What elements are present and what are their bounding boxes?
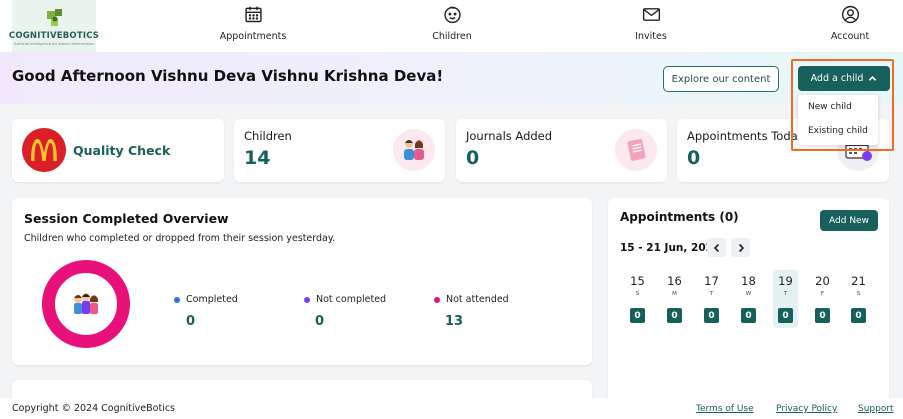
nav-item-account[interactable]: Account — [800, 4, 900, 42]
day-letter: S — [635, 291, 640, 297]
day-cell[interactable]: 20 F 0 — [810, 270, 835, 328]
dashboard-main: Quality Check Children 14 Journals Added… — [0, 104, 903, 410]
day-letter: F — [820, 291, 825, 297]
user-circle-icon — [841, 5, 859, 24]
footer: Copyright © 2024 CognitiveBotics Terms o… — [0, 398, 903, 419]
day-cell-selected[interactable]: 19 T 0 — [773, 270, 798, 328]
explore-content-button[interactable]: Explore our content — [663, 66, 779, 92]
day-letter: W — [745, 291, 752, 297]
menu-item-existing-child[interactable]: Existing child — [808, 126, 868, 136]
org-card[interactable]: Quality Check — [12, 119, 224, 182]
org-name: Quality Check — [73, 143, 171, 158]
journal-illustration-icon — [615, 129, 657, 171]
session-overview-card: Session Completed Overview Children who … — [12, 198, 592, 365]
calendar-icon — [244, 6, 262, 23]
legend-value-not-completed: 0 — [315, 314, 325, 329]
day-appointment-count: 0 — [851, 308, 866, 323]
nav-item-children[interactable]: Children — [402, 4, 502, 42]
day-cell[interactable]: 16 M 0 — [662, 270, 687, 328]
top-nav: COGNITIVEBOTICS Artificial Intelligence … — [0, 0, 903, 52]
next-week-button[interactable] — [731, 238, 750, 257]
nav-label: Appointments — [219, 31, 287, 42]
add-new-appointment-button[interactable]: Add New — [820, 210, 878, 231]
legend-label: Not attended — [446, 294, 509, 305]
copyright-text: Copyright © 2024 CognitiveBotics — [12, 403, 175, 414]
nav-item-invites[interactable]: Invites — [601, 4, 701, 42]
day-number: 21 — [851, 274, 866, 288]
child-face-icon — [443, 6, 461, 24]
brand-tagline: Artificial Intelligence for Autism Inter… — [14, 41, 94, 46]
mail-icon — [642, 8, 660, 21]
add-child-menu: New child Existing child — [798, 95, 878, 145]
day-appointment-count: 0 — [741, 308, 756, 323]
day-cell[interactable]: 21 S 0 — [846, 270, 871, 328]
day-appointment-count: 0 — [630, 308, 645, 323]
day-letter: S — [856, 291, 861, 297]
legend-not-completed: Not completed — [304, 294, 386, 305]
week-range: 15 - 21 Jun, 2025 — [620, 242, 721, 254]
chevron-up-icon — [869, 76, 877, 81]
legend-label: Not completed — [316, 294, 387, 305]
day-appointment-count: 0 — [704, 308, 719, 323]
session-donut-chart — [42, 260, 130, 348]
nav-label: Children — [432, 31, 472, 42]
day-number: 19 — [778, 274, 793, 288]
appointments-panel: Appointments (0) Add New 15 - 21 Jun, 20… — [608, 198, 889, 408]
chevron-right-icon — [738, 243, 744, 252]
stat-title: Children — [244, 129, 292, 143]
legend-label: Completed — [186, 294, 238, 305]
legend-value-completed: 0 — [186, 314, 196, 329]
legend-completed: Completed — [174, 294, 238, 305]
terms-link[interactable]: Terms of Use — [696, 404, 754, 414]
stat-value: 14 — [244, 147, 271, 169]
stat-value: 0 — [466, 147, 480, 169]
section-subtitle: Children who completed or dropped from t… — [24, 233, 336, 244]
day-appointment-count: 0 — [667, 308, 682, 323]
day-appointment-count: 0 — [815, 308, 830, 323]
children-stat-card[interactable]: Children 14 — [234, 119, 445, 182]
nav-label: Account — [830, 31, 870, 42]
day-letter: T — [709, 291, 714, 297]
legend-dot — [434, 296, 440, 303]
stat-title: Journals Added — [466, 129, 553, 143]
day-letter: T — [783, 291, 788, 297]
day-cell[interactable]: 18 W 0 — [736, 270, 761, 328]
day-number: 17 — [704, 274, 719, 288]
day-number: 20 — [815, 274, 830, 288]
puzzle-icon — [39, 7, 69, 29]
add-child-label: Add a child — [810, 73, 864, 84]
stat-title: Appointments Today — [687, 129, 805, 143]
nav-item-appointments[interactable]: Appointments — [203, 4, 303, 42]
add-child-button[interactable]: Add a child — [798, 66, 890, 91]
legend-value-not-attended: 13 — [445, 314, 464, 329]
stat-value: 0 — [687, 147, 701, 169]
day-number: 18 — [741, 274, 756, 288]
journals-stat-card[interactable]: Journals Added 0 — [456, 119, 667, 182]
legend-dot — [304, 296, 310, 303]
day-number: 16 — [667, 274, 682, 288]
chevron-left-icon — [713, 243, 719, 252]
day-cell[interactable]: 15 S 0 — [625, 270, 650, 328]
brand-name: COGNITIVEBOTICS — [8, 30, 100, 41]
mcdonalds-logo-icon — [22, 128, 66, 172]
day-appointment-count: 0 — [778, 308, 793, 323]
prev-week-button[interactable] — [707, 238, 726, 257]
legend-dot — [174, 296, 180, 303]
day-letter: M — [672, 291, 677, 297]
support-link[interactable]: Support — [858, 404, 894, 414]
day-cell[interactable]: 17 T 0 — [699, 270, 724, 328]
day-number: 15 — [630, 274, 645, 288]
greeting-title: Good Afternoon Vishnu Deva Vishnu Krishn… — [12, 67, 444, 85]
privacy-link[interactable]: Privacy Policy — [776, 404, 837, 414]
menu-item-new-child[interactable]: New child — [808, 102, 852, 112]
kids-group-icon — [74, 293, 98, 314]
section-title: Session Completed Overview — [24, 211, 229, 226]
children-illustration-icon — [393, 129, 435, 171]
nav-label: Invites — [635, 31, 667, 42]
legend-not-attended: Not attended — [434, 294, 509, 305]
brand-logo[interactable]: COGNITIVEBOTICS Artificial Intelligence … — [8, 0, 100, 52]
appointments-title: Appointments (0) — [620, 210, 739, 224]
